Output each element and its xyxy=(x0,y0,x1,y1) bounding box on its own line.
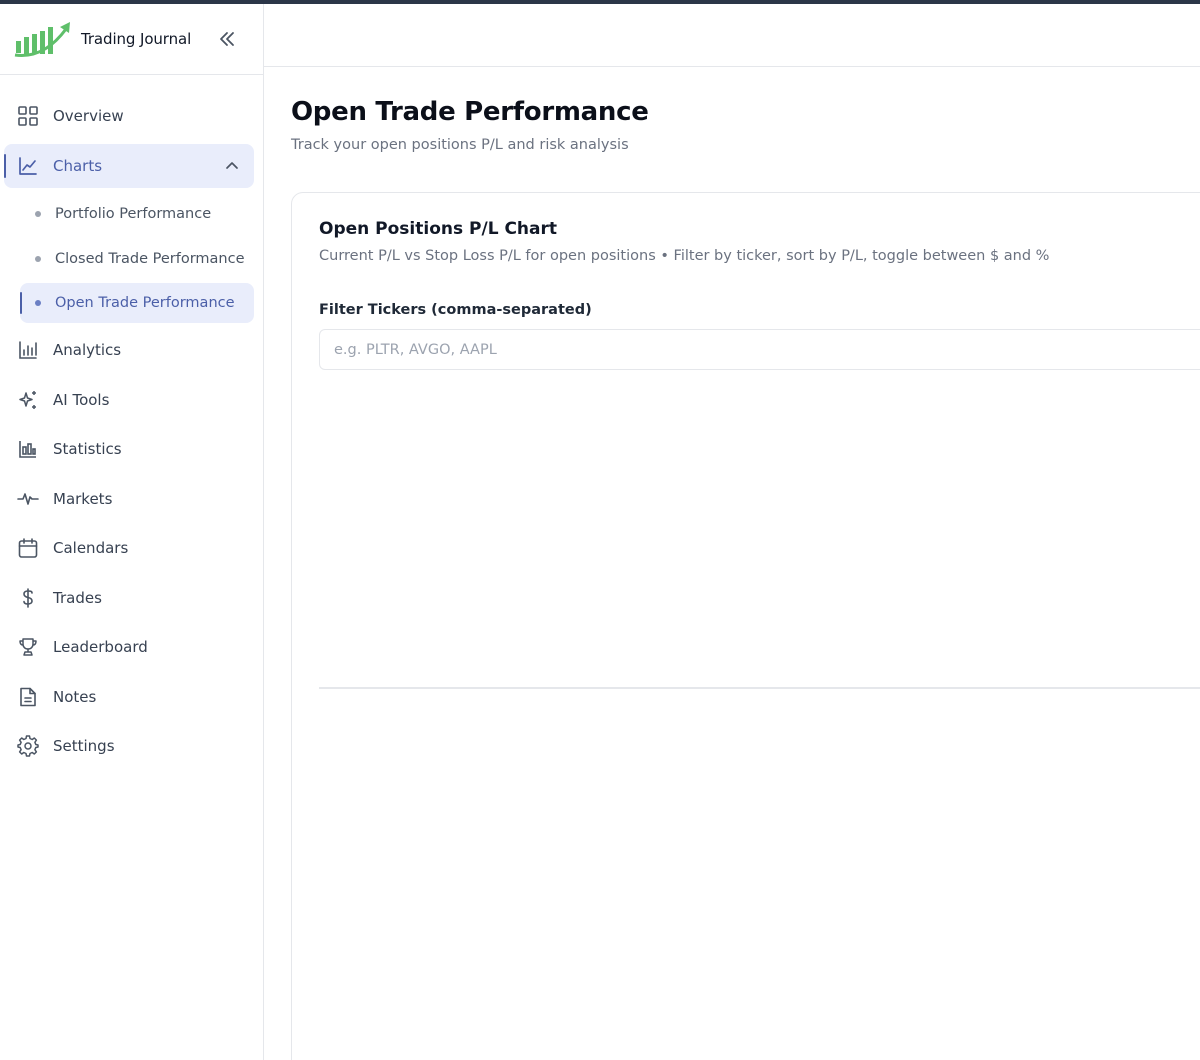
pulse-icon xyxy=(17,488,39,510)
sidebar-item-label: Notes xyxy=(53,688,97,706)
sidebar-item-calendars[interactable]: Calendars xyxy=(4,526,254,570)
sidebar-subitem-open-trade-performance[interactable]: Open Trade Performance xyxy=(20,283,254,323)
chart-divider xyxy=(319,687,1200,689)
trading-journal-logo-icon xyxy=(14,22,70,57)
bar-chart-icon xyxy=(17,339,39,361)
chevron-up-icon[interactable] xyxy=(223,157,241,175)
sidebar-subitem-label: Open Trade Performance xyxy=(55,295,235,311)
chart-area xyxy=(319,380,1200,688)
bullet-dot-icon xyxy=(35,300,41,306)
sidebar-item-label: Leaderboard xyxy=(53,638,148,656)
dollar-icon xyxy=(17,587,39,609)
sidebar-item-label: AI Tools xyxy=(53,391,110,409)
sidebar-item-label: Charts xyxy=(53,157,103,175)
top-header-bar xyxy=(264,4,1200,67)
double-chevron-left-icon xyxy=(220,32,234,46)
collapse-sidebar-button[interactable] xyxy=(214,26,240,52)
card-description: Current P/L vs Stop Loss P/L for open po… xyxy=(319,248,1050,264)
sidebar-item-label: Overview xyxy=(53,107,124,125)
sidebar-item-charts[interactable]: Charts xyxy=(4,144,254,188)
sidebar-item-label: Trades xyxy=(53,589,102,607)
filter-tickers-label: Filter Tickers (comma-separated) xyxy=(319,302,592,318)
filter-tickers-input[interactable] xyxy=(319,329,1200,370)
sidebar-subitem-label: Closed Trade Performance xyxy=(55,251,245,267)
sidebar-subitem-closed-trade-performance[interactable]: Closed Trade Performance xyxy=(20,239,254,279)
sidebar-item-leaderboard[interactable]: Leaderboard xyxy=(4,625,254,669)
sidebar-item-label: Calendars xyxy=(53,539,129,557)
sidebar-subitem-portfolio-performance[interactable]: Portfolio Performance xyxy=(20,194,254,234)
sidebar-item-ai-tools[interactable]: AI Tools xyxy=(4,378,254,422)
sidebar-item-label: Analytics xyxy=(53,341,122,359)
line-chart-icon xyxy=(17,155,39,177)
note-icon xyxy=(17,686,39,708)
card-title: Open Positions P/L Chart xyxy=(319,219,558,239)
sidebar-item-label: Markets xyxy=(53,490,113,508)
bullet-dot-icon xyxy=(35,256,41,262)
brand: Trading Journal xyxy=(0,4,263,75)
sidebar-item-overview[interactable]: Overview xyxy=(4,94,254,138)
sidebar-item-notes[interactable]: Notes xyxy=(4,675,254,719)
sidebar-subitem-label: Portfolio Performance xyxy=(55,206,212,222)
sidebar-item-label: Settings xyxy=(53,737,115,755)
sidebar-item-statistics[interactable]: Statistics xyxy=(4,427,254,471)
trophy-icon xyxy=(17,636,39,658)
sidebar-item-trades[interactable]: Trades xyxy=(4,576,254,620)
grid-icon xyxy=(17,105,39,127)
sidebar-item-markets[interactable]: Markets xyxy=(4,477,254,521)
statistics-icon xyxy=(17,438,39,460)
sidebar-item-analytics[interactable]: Analytics xyxy=(4,328,254,372)
gear-icon xyxy=(17,735,39,757)
calendar-icon xyxy=(17,537,39,559)
sidebar-item-settings[interactable]: Settings xyxy=(4,724,254,768)
sidebar-item-label: Statistics xyxy=(53,440,122,458)
page-title: Open Trade Performance xyxy=(291,97,649,127)
page-subtitle: Track your open positions P/L and risk a… xyxy=(291,137,629,153)
sparkles-icon xyxy=(17,389,39,411)
app-name: Trading Journal xyxy=(81,30,192,48)
bullet-dot-icon xyxy=(35,211,41,217)
